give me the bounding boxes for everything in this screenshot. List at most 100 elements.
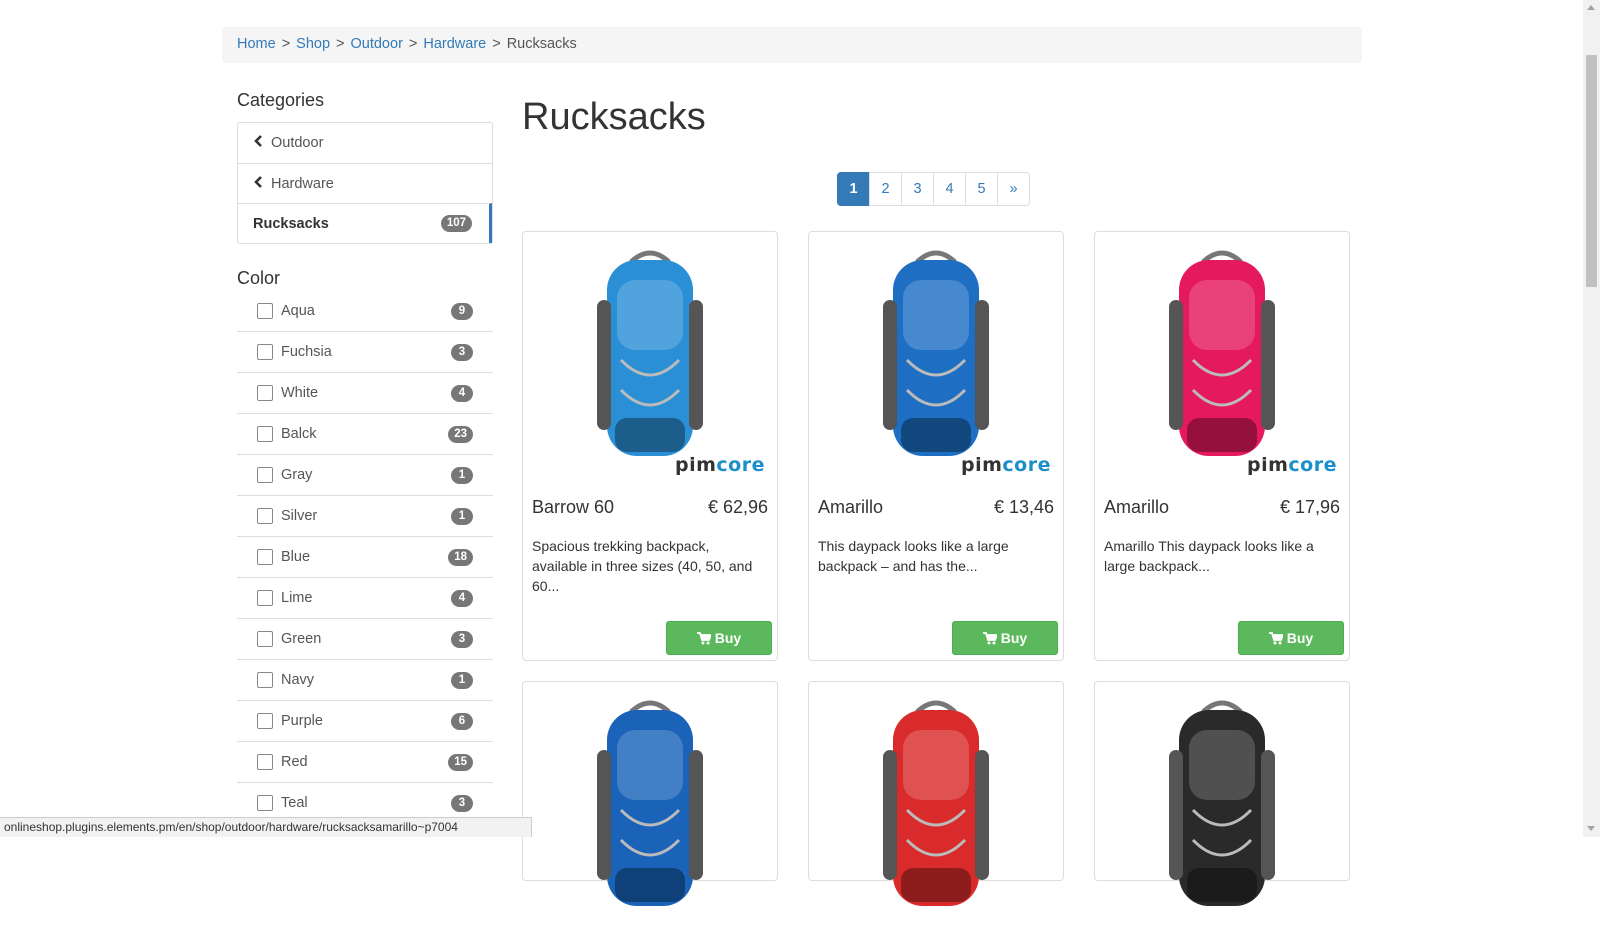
breadcrumb-separator: > — [336, 36, 345, 52]
category-list: Outdoor Hardware Rucksacks 107 — [237, 122, 493, 244]
pagination-page-4[interactable]: 4 — [933, 172, 966, 206]
breadcrumb-hardware[interactable]: Hardware — [423, 36, 486, 52]
backpack-image — [1169, 250, 1275, 456]
color-filter-white[interactable]: White 4 — [237, 373, 493, 414]
product-image[interactable] — [809, 240, 1063, 480]
color-filter-aqua[interactable]: Aqua 9 — [237, 291, 493, 332]
pagination-page-1[interactable]: 1 — [837, 172, 870, 206]
count-badge: 1 — [451, 671, 473, 689]
product-description: This daypack looks like a large backpack… — [818, 538, 1009, 574]
breadcrumb-shop[interactable]: Shop — [296, 36, 330, 52]
category-label: Rucksacks — [253, 215, 329, 232]
count-badge: 4 — [451, 384, 473, 402]
product-price: € 62,96 — [707, 497, 768, 517]
buy-button[interactable]: Buy — [952, 621, 1058, 655]
product-card[interactable]: pimcore Amarillo € 13,46 This daypack looks… — [808, 231, 1064, 661]
pagination-page-2[interactable]: 2 — [869, 172, 902, 206]
product-name[interactable]: Amarillo — [818, 497, 883, 518]
pagination-next[interactable]: » — [997, 172, 1030, 206]
color-filter-blue[interactable]: Blue 18 — [237, 537, 493, 578]
breadcrumb: Home > Shop > Outdoor > Hardware > Rucksacks — [222, 27, 1362, 63]
count-badge: 18 — [448, 548, 473, 566]
backpack-image — [597, 250, 703, 456]
pagination-page-5[interactable]: 5 — [965, 172, 998, 206]
count-badge: 107 — [440, 215, 472, 232]
product-image[interactable] — [1095, 690, 1349, 930]
buy-button[interactable]: Buy — [666, 621, 772, 655]
count-badge: 1 — [451, 466, 473, 484]
pagination-page-3[interactable]: 3 — [901, 172, 934, 206]
count-badge: 4 — [451, 589, 473, 607]
checkbox[interactable] — [257, 672, 273, 688]
color-label: Red — [281, 754, 308, 770]
vertical-scrollbar[interactable] — [1583, 0, 1600, 837]
categories-title: Categories — [237, 90, 325, 110]
category-label: Outdoor — [271, 135, 324, 151]
product-image[interactable] — [809, 690, 1063, 930]
product-card[interactable] — [1094, 681, 1350, 906]
product-image[interactable] — [523, 690, 777, 930]
product-card[interactable] — [522, 681, 778, 906]
checkbox[interactable] — [257, 713, 273, 729]
count-badge: 23 — [448, 425, 473, 443]
color-filter-title: Color — [237, 268, 281, 288]
backpack-image — [883, 700, 989, 906]
color-filter-silver[interactable]: Silver 1 — [237, 496, 493, 537]
color-label: Balck — [281, 426, 317, 442]
buy-button[interactable]: Buy — [1238, 621, 1344, 655]
product-card[interactable] — [808, 681, 1064, 906]
buy-label: Buy — [1286, 630, 1314, 646]
checkbox[interactable] — [257, 508, 273, 524]
checkbox[interactable] — [257, 385, 273, 401]
pimcore-logo: pimcore — [675, 454, 765, 476]
checkbox[interactable] — [257, 467, 273, 483]
color-label: Green — [281, 631, 322, 647]
color-filter-green[interactable]: Green 3 — [237, 619, 493, 660]
color-label: Teal — [281, 795, 308, 811]
color-filter-gray[interactable]: Gray 1 — [237, 455, 493, 496]
product-card[interactable]: pimcore Amarillo € 17,96 Amarillo This dayp… — [1094, 231, 1350, 661]
product-card[interactable]: pimcore Barrow 60 € 62,96 Spacious trekking… — [522, 231, 778, 661]
checkbox[interactable] — [257, 795, 273, 811]
color-filter-red[interactable]: Red 15 — [237, 742, 493, 783]
checkbox[interactable] — [257, 344, 273, 360]
color-label: Blue — [281, 549, 311, 565]
color-label: Gray — [281, 467, 313, 483]
scrollbar-thumb[interactable] — [1586, 55, 1597, 287]
color-label: White — [281, 385, 319, 401]
color-filter-navy[interactable]: Navy 1 — [237, 660, 493, 701]
color-filter-balck[interactable]: Balck 23 — [237, 414, 493, 455]
chevron-left-icon — [253, 175, 267, 192]
checkbox[interactable] — [257, 631, 273, 647]
scroll-down-icon[interactable] — [1587, 826, 1595, 831]
color-filter-lime[interactable]: Lime 4 — [237, 578, 493, 619]
color-filter-list: Aqua 9 Fuchsia 3 White 4 Balck 23 Gray 1 Silver 1 Bl… — [237, 291, 493, 824]
shopping-cart-icon — [1268, 631, 1283, 644]
product-name[interactable]: Amarillo — [1104, 497, 1169, 518]
pimcore-logo: pimcore — [1247, 454, 1337, 476]
category-item-outdoor[interactable]: Outdoor — [238, 123, 492, 163]
product-image[interactable] — [523, 240, 777, 480]
product-name[interactable]: Barrow 60 — [532, 497, 614, 518]
checkbox[interactable] — [257, 549, 273, 565]
pimcore-logo: pimcore — [961, 454, 1051, 476]
page-title: Rucksacks — [522, 96, 706, 138]
scroll-up-icon[interactable] — [1587, 5, 1595, 10]
product-image[interactable] — [1095, 240, 1349, 480]
breadcrumb-outdoor[interactable]: Outdoor — [351, 36, 403, 52]
color-filter-fuchsia[interactable]: Fuchsia 3 — [237, 332, 493, 373]
checkbox[interactable] — [257, 590, 273, 606]
count-badge: 15 — [448, 753, 473, 771]
browser-status-bar: onlineshop.plugins.elements.pm/en/shop/o… — [0, 817, 532, 837]
breadcrumb-home[interactable]: Home — [237, 36, 276, 52]
checkbox[interactable] — [257, 426, 273, 442]
buy-label: Buy — [1000, 630, 1028, 646]
checkbox[interactable] — [257, 754, 273, 770]
category-item-rucksacks[interactable]: Rucksacks 107 — [238, 203, 492, 243]
color-filter-purple[interactable]: Purple 6 — [237, 701, 493, 742]
sidebar: Categories Outdoor Hardware Rucksacks 10… — [237, 90, 493, 824]
category-item-hardware[interactable]: Hardware — [238, 163, 492, 203]
breadcrumb-current: Rucksacks — [506, 36, 577, 52]
shopping-cart-icon — [982, 631, 997, 644]
checkbox[interactable] — [257, 303, 273, 319]
